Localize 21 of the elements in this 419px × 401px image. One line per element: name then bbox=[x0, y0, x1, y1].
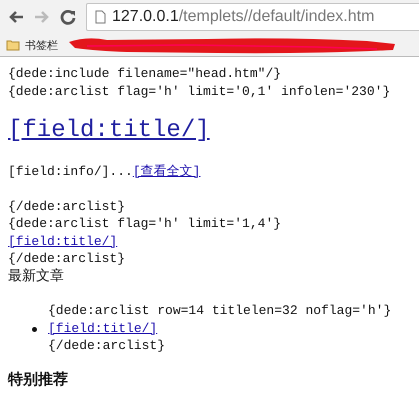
back-icon[interactable] bbox=[8, 10, 24, 24]
reload-icon[interactable] bbox=[60, 9, 76, 25]
read-more-link[interactable]: [查看全文] bbox=[132, 164, 200, 179]
page-icon bbox=[95, 10, 106, 24]
template-code-line: {dede:arclist row=14 titlelen=32 noflag='h'} bbox=[48, 302, 392, 320]
info-text: [field:info/]... bbox=[8, 164, 133, 179]
section-label: 最新文章 bbox=[8, 268, 65, 285]
template-code-line: {/dede:arclist} bbox=[48, 337, 166, 354]
template-code-line: {dede:arclist flag='h' limit='0,1' infolen='230'} bbox=[8, 82, 392, 100]
template-code-line: {dede:arclist flag='h' limit='1,4'} bbox=[8, 215, 282, 232]
title-link[interactable]: [field:title/] bbox=[8, 117, 210, 144]
bookmarks-label[interactable]: 书签栏 bbox=[25, 38, 58, 52]
folder-icon bbox=[6, 39, 20, 51]
bullet-icon bbox=[32, 326, 37, 332]
section-heading: 特别推荐 bbox=[8, 370, 69, 388]
title-link[interactable]: [field:title/] bbox=[48, 320, 158, 336]
title-link[interactable]: [field:title/] bbox=[8, 234, 118, 248]
template-code-line: {/dede:arclist} bbox=[8, 250, 126, 268]
address-bar[interactable]: 127.0.0.1/templets//default/index.htm bbox=[86, 3, 419, 31]
template-code-line: {dede:include filename="head.htm"/} bbox=[8, 65, 282, 82]
template-code-line: {/dede:arclist} bbox=[8, 198, 126, 215]
